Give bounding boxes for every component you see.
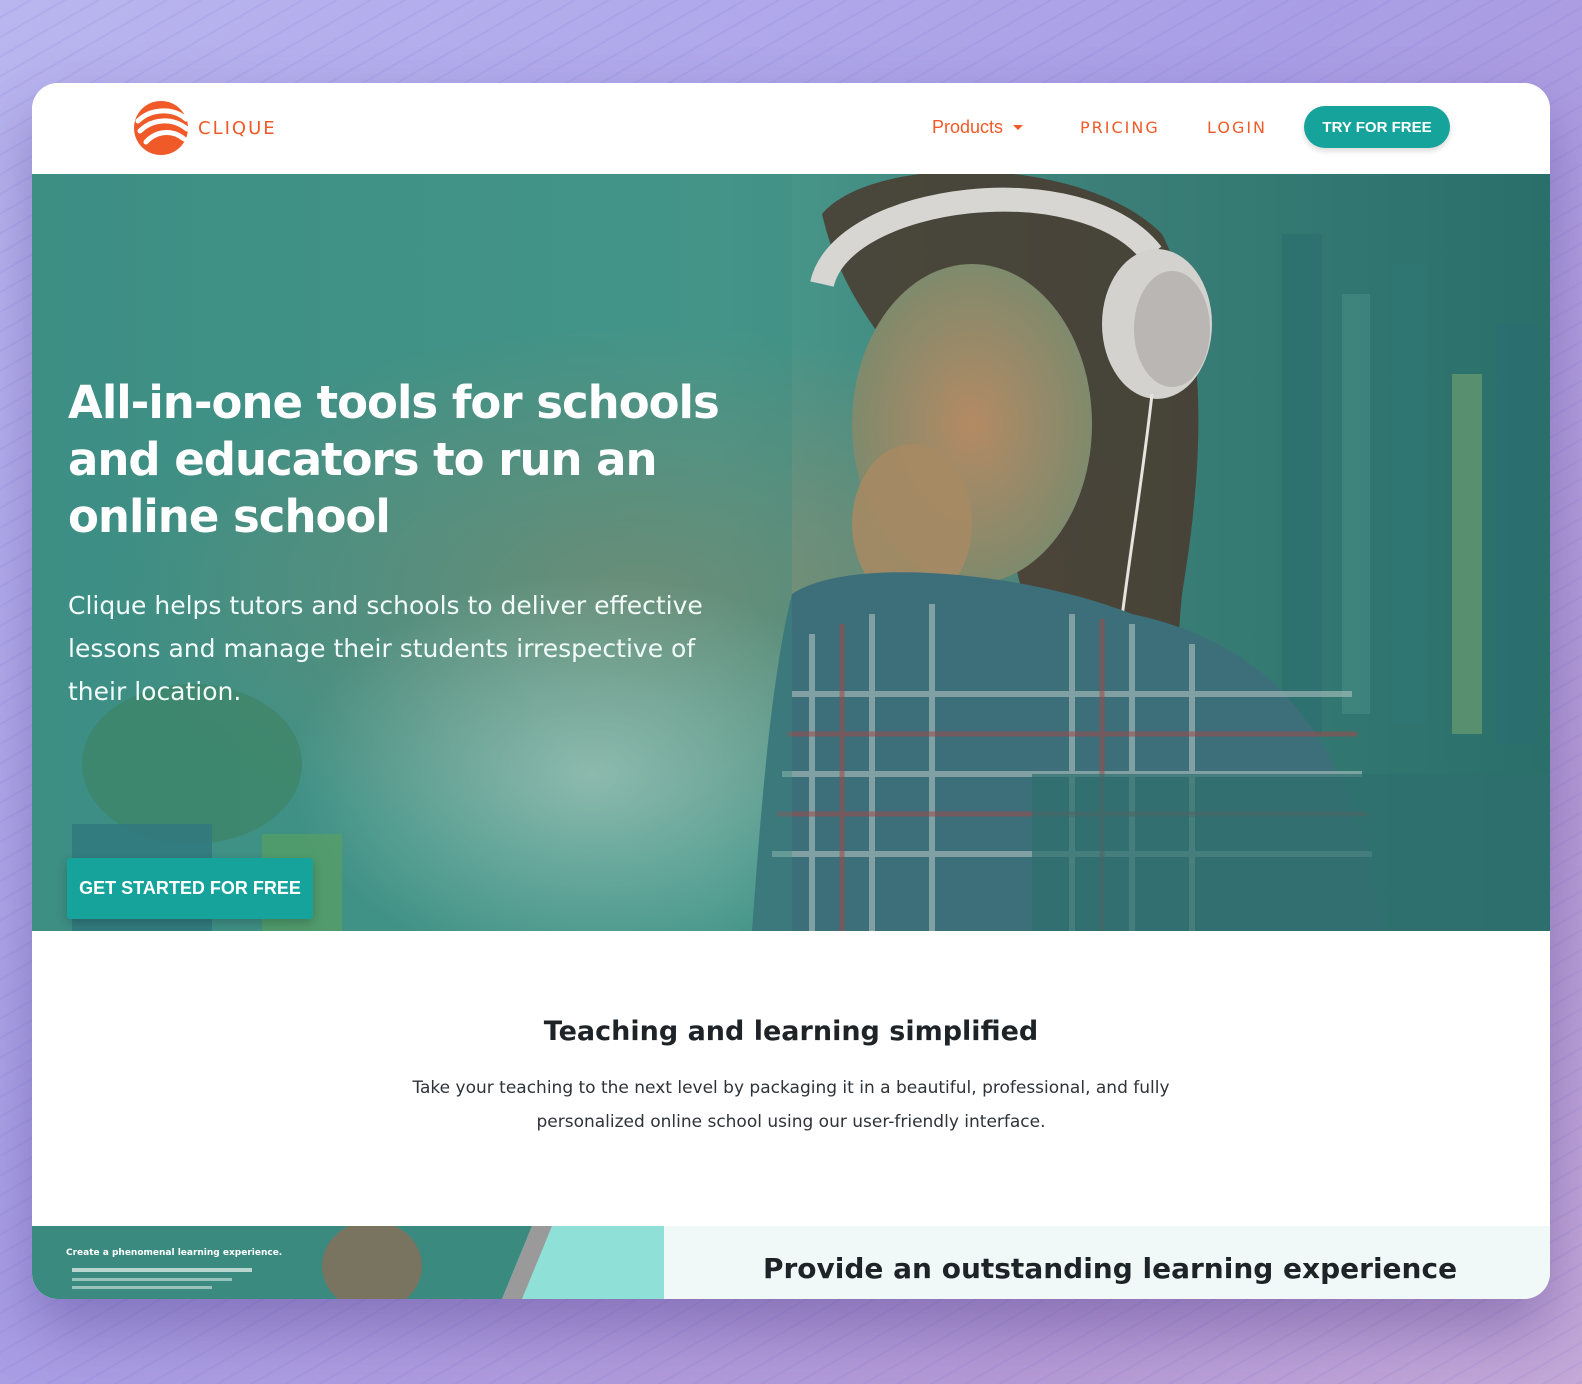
hero-title: All-in-one tools for schools and educato… bbox=[68, 376, 720, 543]
nav-pricing-link[interactable]: PRICING bbox=[1080, 118, 1160, 137]
get-started-button[interactable]: GET STARTED FOR FREE bbox=[67, 858, 313, 919]
try-for-free-button[interactable]: TRY FOR FREE bbox=[1304, 106, 1450, 148]
browser-window: CLIQUE Products PRICING LOGIN TRY FOR FR… bbox=[32, 83, 1550, 1299]
hero-section: All-in-one tools for schools and educato… bbox=[32, 174, 1550, 931]
logo-text: CLIQUE bbox=[198, 117, 277, 139]
nav-login-link[interactable]: LOGIN bbox=[1207, 118, 1267, 137]
thumbnail-caption: Create a phenomenal learning experience. bbox=[66, 1248, 283, 1258]
hero-photo bbox=[32, 174, 1550, 931]
feature-strip: Create a phenomenal learning experience.… bbox=[32, 1226, 1550, 1299]
caret-down-icon bbox=[1013, 125, 1024, 130]
clique-logo-icon bbox=[132, 99, 190, 157]
nav-products-label: Products bbox=[932, 117, 1004, 137]
section-description: Take your teaching to the next level by … bbox=[412, 1078, 1170, 1132]
strip-title: Provide an outstanding learning experien… bbox=[762, 1252, 1458, 1285]
top-navbar: CLIQUE Products PRICING LOGIN TRY FOR FR… bbox=[32, 83, 1550, 174]
feature-thumbnail: Create a phenomenal learning experience. bbox=[32, 1226, 664, 1299]
section-title: Teaching and learning simplified bbox=[543, 1016, 1039, 1047]
logo[interactable]: CLIQUE bbox=[132, 99, 277, 157]
hero-subtitle: Clique helps tutors and schools to deliv… bbox=[68, 591, 703, 706]
intro-section: Teaching and learning simplified Take yo… bbox=[32, 931, 1550, 1226]
nav-products-dropdown[interactable]: Products bbox=[932, 117, 1024, 138]
